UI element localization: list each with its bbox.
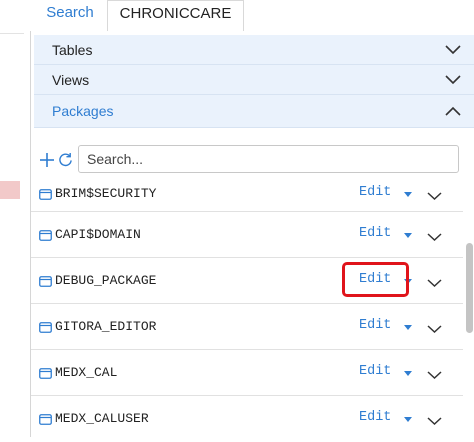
package-icon [39,230,52,241]
chevron-down-icon[interactable] [427,191,442,201]
package-name: MEDX_CAL [55,365,118,380]
edit-button[interactable]: Edit [359,410,391,425]
package-icon [39,189,52,200]
caret-down-icon[interactable] [404,192,412,197]
plus-icon[interactable] [39,152,55,168]
package-icon [39,276,52,287]
left-pane [0,31,31,437]
edit-button[interactable]: Edit [359,226,391,241]
package-icon [39,414,52,425]
search-input[interactable] [78,145,459,173]
chevron-down-icon[interactable] [444,42,462,58]
schema-browser-panel: Tables Views Packages Search... BRIM$SEC… [30,31,474,437]
tab-search[interactable]: Search [34,0,106,28]
section-packages-label: Packages [52,103,114,119]
package-row[interactable]: MEDX_CALUSER Edit [31,396,463,442]
package-name: MEDX_CALUSER [55,411,149,426]
highlight-annotation [342,262,409,297]
chevron-down-icon[interactable] [427,324,442,334]
tab-bar: Search CHRONICCARE [0,0,474,32]
package-name: BRIM$SECURITY [55,186,157,201]
package-row[interactable]: GITORA_EDITOR Edit [31,304,463,350]
package-name: DEBUG_PACKAGE [55,273,157,288]
caret-down-icon[interactable] [404,325,412,330]
section-views-label: Views [52,72,90,88]
package-name: CAPI$DOMAIN [55,227,141,242]
chevron-down-icon[interactable] [427,370,442,380]
edit-button[interactable]: Edit [359,185,391,200]
caret-down-icon[interactable] [404,417,412,422]
edit-button[interactable]: Edit [359,364,391,379]
scrollbar-thumb[interactable] [466,243,473,333]
package-icon [39,368,52,379]
caret-down-icon[interactable] [404,233,412,238]
tab-chroniccare[interactable]: CHRONICCARE [107,0,244,31]
caret-down-icon[interactable] [404,371,412,376]
chevron-down-icon[interactable] [444,72,462,88]
package-name: GITORA_EDITOR [55,319,157,334]
edit-button[interactable]: Edit [359,318,391,333]
section-views[interactable]: Views [34,65,474,95]
chevron-up-icon[interactable] [444,103,462,119]
refresh-icon[interactable] [58,152,73,167]
package-row[interactable]: MEDX_CAL Edit [31,350,463,396]
chevron-down-icon[interactable] [427,278,442,288]
section-tables-label: Tables [52,42,93,58]
section-packages[interactable]: Packages [34,95,474,128]
chevron-down-icon[interactable] [427,416,442,426]
package-row[interactable]: CAPI$DOMAIN Edit [31,212,463,258]
package-row[interactable]: BRIM$SECURITY Edit [31,176,463,212]
packages-list: BRIM$SECURITY Edit CAPI$DOMAIN Edit DEBU… [31,176,463,442]
left-pane-marker [0,181,20,199]
chevron-down-icon[interactable] [427,232,442,242]
section-tables[interactable]: Tables [34,35,474,65]
package-icon [39,322,52,333]
left-pane-divider [0,33,24,34]
